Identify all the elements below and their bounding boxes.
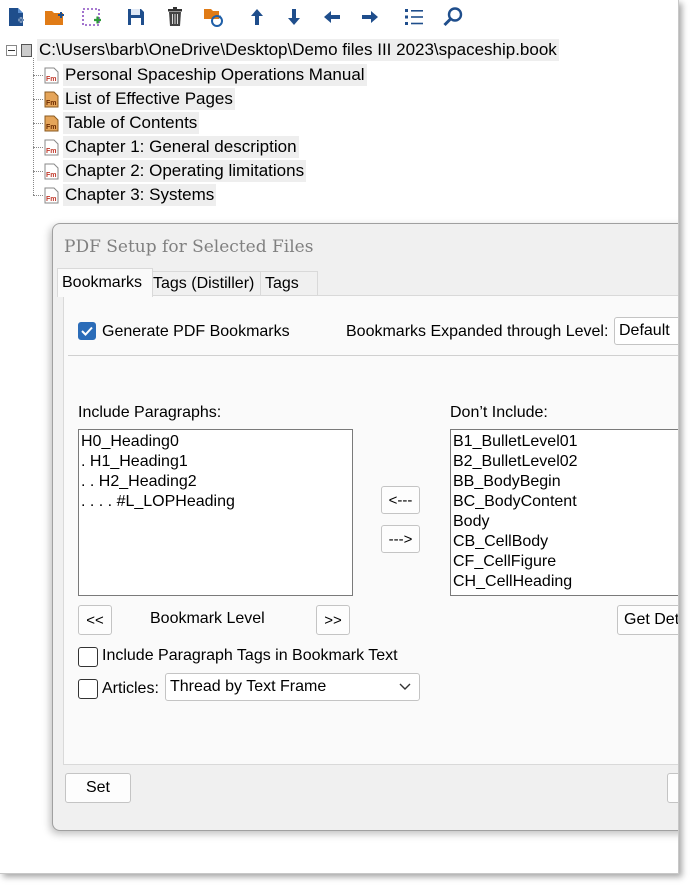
tree-item[interactable]: Fm Chapter 2: Operating limitations <box>44 159 307 183</box>
save-icon[interactable] <box>123 4 149 30</box>
chevron-down-icon <box>399 683 411 690</box>
list-item[interactable]: BC_BodyContent <box>453 492 678 512</box>
list-icon[interactable] <box>401 4 427 30</box>
tree-item-label: Chapter 1: General description <box>63 136 299 158</box>
move-to-include-button[interactable]: <--- <box>381 486 420 514</box>
tree-item[interactable]: Fm Chapter 3: Systems <box>44 183 217 207</box>
svg-text:Fm: Fm <box>46 100 57 107</box>
new-folder-icon[interactable] <box>41 4 67 30</box>
delete-icon[interactable] <box>162 4 188 30</box>
articles-select[interactable]: Thread by Text Frame <box>165 673 420 701</box>
tab-tags[interactable]: Tags <box>260 271 318 296</box>
cancel-button[interactable] <box>667 773 678 803</box>
book-icon <box>21 43 32 57</box>
move-right-icon[interactable] <box>357 4 383 30</box>
svg-text:Fm: Fm <box>46 148 57 155</box>
list-item[interactable]: CH_CellHeading <box>453 572 678 592</box>
list-item[interactable]: Body <box>453 512 678 532</box>
include-tags-label: Include Paragraph Tags in Bookmark Text <box>102 647 398 664</box>
list-item[interactable]: . . H2_Heading2 <box>81 472 350 492</box>
refresh-folder-icon[interactable] <box>200 4 226 30</box>
list-item[interactable]: H0_Heading0 <box>81 432 350 452</box>
increase-level-button[interactable]: >> <box>316 605 350 635</box>
fm-file-icon: Fm <box>44 115 59 131</box>
expanded-level-select[interactable]: Default <box>614 317 678 345</box>
checkmark-icon <box>81 326 93 336</box>
tab-bookmarks[interactable]: Bookmarks <box>57 268 153 297</box>
fm-file-icon: Fm <box>44 139 59 155</box>
dialog-title: PDF Setup for Selected Files <box>64 237 314 257</box>
articles-checkbox[interactable] <box>78 679 98 699</box>
tree-item-label: List of Effective Pages <box>63 88 235 110</box>
articles-label: Articles: <box>102 680 159 697</box>
tab-tags-distiller[interactable]: Tags (Distiller) <box>148 271 262 296</box>
svg-text:Fm: Fm <box>46 76 57 83</box>
fm-file-icon: Fm <box>44 163 59 179</box>
fm-file-icon: Fm <box>44 187 59 203</box>
list-item[interactable]: BB_BodyBegin <box>453 472 678 492</box>
svg-text:Fm: Fm <box>46 172 57 179</box>
tree-item[interactable]: Fm Table of Contents <box>44 111 200 135</box>
svg-text:Fm: Fm <box>46 124 57 131</box>
move-up-icon[interactable] <box>244 4 270 30</box>
bookmark-level-label: Bookmark Level <box>150 610 265 627</box>
move-left-icon[interactable] <box>319 4 345 30</box>
move-down-icon[interactable] <box>281 4 307 30</box>
list-item[interactable]: CB_CellBody <box>453 532 678 552</box>
list-item[interactable]: B1_BulletLevel01 <box>453 432 678 452</box>
expanded-level-value: Default <box>619 322 670 339</box>
include-paragraphs-label: Include Paragraphs: <box>78 404 222 421</box>
fm-file-icon: Fm <box>44 91 59 107</box>
list-item[interactable]: CF_CellFigure <box>453 552 678 572</box>
tree-item[interactable]: Fm List of Effective Pages <box>44 87 235 111</box>
fm-file-icon: Fm <box>44 67 59 83</box>
pdf-setup-dialog: PDF Setup for Selected Files Bookmarks T… <box>52 223 678 831</box>
generate-bookmarks-label: Generate PDF Bookmarks <box>102 323 290 340</box>
expanded-level-label: Bookmarks Expanded through Level: <box>346 323 609 340</box>
dont-include-label: Don’t Include: <box>450 404 548 421</box>
tree-item-label: Chapter 3: Systems <box>63 184 217 206</box>
tree-item[interactable]: Fm Personal Spaceship Operations Manual <box>44 63 367 87</box>
bookmarks-panel: Generate PDF Bookmarks Bookmarks Expande… <box>63 295 678 765</box>
add-selection-icon[interactable] <box>79 4 105 30</box>
generate-bookmarks-checkbox[interactable] <box>78 322 96 340</box>
tree-item-label: Chapter 2: Operating limitations <box>63 160 307 182</box>
tree-item-label: Personal Spaceship Operations Manual <box>63 64 367 86</box>
set-button[interactable]: Set <box>65 773 131 803</box>
dont-include-list[interactable]: B1_BulletLevel01 B2_BulletLevel02 BB_Bod… <box>450 429 678 596</box>
tree-root[interactable]: C:\Users\barb\OneDrive\Desktop\Demo file… <box>6 38 559 62</box>
svg-text:Fm: Fm <box>46 196 57 203</box>
new-file-icon[interactable] <box>3 4 29 30</box>
include-paragraphs-list[interactable]: H0_Heading0 . H1_Heading1 . . H2_Heading… <box>78 429 353 596</box>
book-path: C:\Users\barb\OneDrive\Desktop\Demo file… <box>37 39 559 61</box>
tree-item[interactable]: Fm Chapter 1: General description <box>44 135 299 159</box>
search-icon[interactable] <box>440 4 466 30</box>
articles-value: Thread by Text Frame <box>170 678 327 695</box>
decrease-level-button[interactable]: << <box>78 605 112 635</box>
move-to-exclude-button[interactable]: ---> <box>381 525 420 553</box>
toolbar <box>0 0 678 36</box>
include-tags-checkbox[interactable] <box>78 647 98 667</box>
list-item[interactable]: . H1_Heading1 <box>81 452 350 472</box>
list-item[interactable]: B2_BulletLevel02 <box>453 452 678 472</box>
list-item[interactable]: . . . . #L_LOPHeading <box>81 492 350 512</box>
tree-item-label: Table of Contents <box>63 112 200 134</box>
get-defaults-button[interactable]: Get Det <box>617 605 678 635</box>
app-window: C:\Users\barb\OneDrive\Desktop\Demo file… <box>0 0 679 874</box>
collapse-icon[interactable] <box>6 44 17 56</box>
book-tree: C:\Users\barb\OneDrive\Desktop\Demo file… <box>0 38 678 208</box>
